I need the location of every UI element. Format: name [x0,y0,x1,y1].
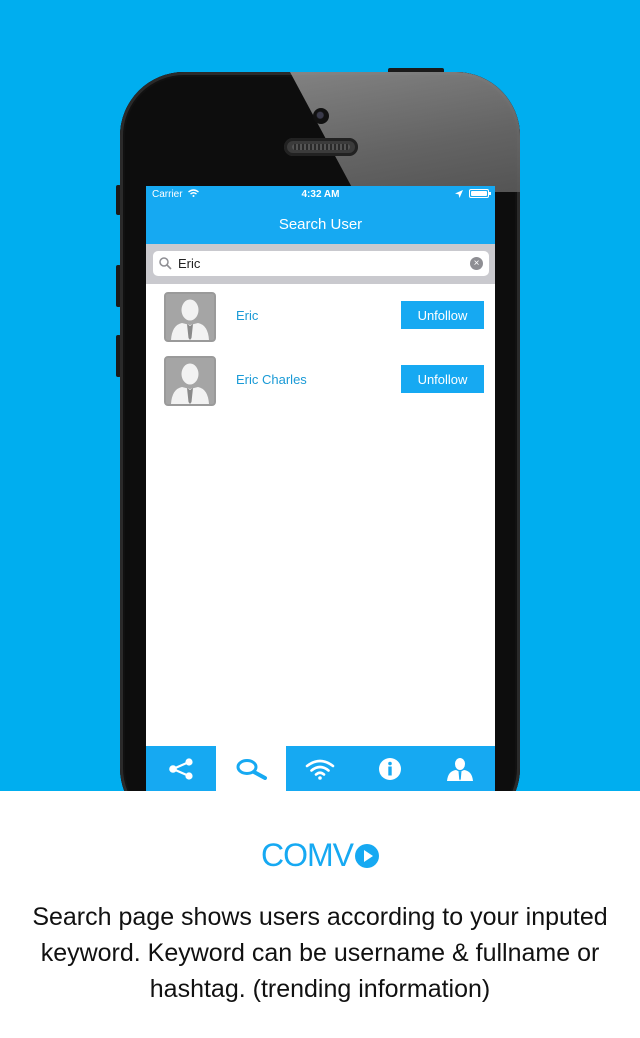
info-icon [379,757,402,780]
clock: 4:32 AM [301,189,340,200]
avatar [164,292,216,342]
speaker-grille [284,138,358,156]
status-bar: Carrier 4:32 AM [146,186,495,204]
app-screen: Carrier 4:32 AM Search User Eric × Eric … [146,186,495,791]
avatar [164,356,216,406]
search-bar: × [146,244,495,284]
brand-name: COMV [261,837,354,873]
play-icon [355,843,379,868]
search-box[interactable]: × [153,251,489,276]
user-silhouette-icon [166,358,214,404]
hero-background: Carrier 4:32 AM Search User Eric × Eric … [0,0,640,791]
user-name[interactable]: Eric Charles [236,372,307,387]
page-title: Search User [278,215,363,233]
profile-icon [447,757,474,781]
status-right [455,189,491,198]
user-row[interactable]: Eric Unfollow [146,284,495,348]
unfollow-button[interactable]: Unfollow [401,365,484,393]
search-input[interactable] [172,256,470,271]
tab-bar [146,746,495,791]
user-silhouette-icon [166,294,214,340]
wifi-icon [306,759,335,780]
phone-gloss [290,72,520,192]
nav-bar: Search User [146,204,495,244]
tab-wifi[interactable] [286,746,356,791]
search-icon [236,758,267,780]
user-name[interactable]: Eric [236,308,258,323]
search-icon [159,257,172,270]
battery-icon [469,189,491,198]
share-icon [169,757,193,780]
location-arrow-icon [455,189,463,198]
tab-info[interactable] [355,746,425,791]
camera-icon [313,108,329,124]
footer: COMV Search page shows users according t… [0,791,640,1038]
tab-profile[interactable] [425,746,495,791]
tab-share[interactable] [146,746,216,791]
caption: Search page shows users according to you… [32,903,608,1003]
clear-search-button[interactable]: × [470,257,483,270]
unfollow-button[interactable]: Unfollow [401,301,484,329]
tab-search[interactable] [215,746,286,791]
user-row[interactable]: Eric Charles Unfollow [146,348,495,412]
brand-logo: COMV [0,837,640,874]
